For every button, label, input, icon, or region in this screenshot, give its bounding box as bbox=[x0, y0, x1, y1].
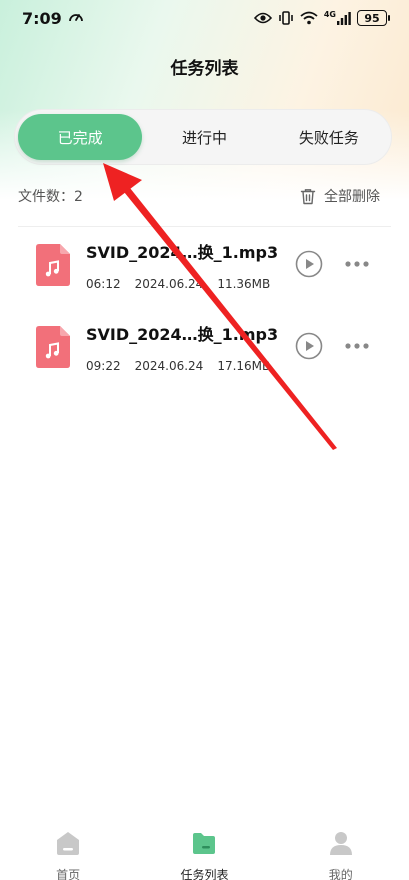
file-count: 文件数：2 bbox=[18, 186, 83, 206]
list-item[interactable]: SVID_2024…换_1.mp3 06:12 2024.06.24 11.36… bbox=[0, 234, 409, 304]
signal-bars-icon bbox=[337, 12, 351, 25]
file-date: 2024.06.24 bbox=[134, 277, 204, 291]
eye-icon bbox=[253, 12, 272, 24]
play-button[interactable] bbox=[295, 250, 323, 278]
divider bbox=[18, 226, 391, 227]
list-item[interactable]: SVID_2024…换_1.mp3 09:22 2024.06.24 17.16… bbox=[0, 316, 409, 386]
home-icon bbox=[57, 832, 80, 855]
speed-gauge-icon bbox=[68, 14, 83, 22]
folder-icon bbox=[193, 833, 216, 854]
nav-label-home: 首页 bbox=[56, 868, 81, 880]
file-size: 11.36MB bbox=[217, 277, 271, 291]
nav-item-task-list[interactable]: 任务列表 bbox=[154, 820, 254, 880]
music-file-icon bbox=[36, 244, 70, 286]
page-title: 任务列表 bbox=[170, 59, 239, 79]
file-meta: 09:22 2024.06.24 17.16MB bbox=[86, 359, 270, 373]
status-time: 7:09 bbox=[22, 8, 62, 28]
file-name: SVID_2024…换_1.mp3 bbox=[86, 243, 279, 262]
bottom-nav: 首页 任务列表 我的 bbox=[0, 820, 409, 880]
tab-completed[interactable]: 已完成 bbox=[18, 114, 143, 160]
more-options-button[interactable] bbox=[344, 254, 370, 274]
file-size: 17.16MB bbox=[217, 359, 271, 373]
file-meta: 06:12 2024.06.24 11.36MB bbox=[86, 277, 270, 291]
user-icon bbox=[329, 832, 352, 855]
delete-all-label: 全部删除 bbox=[324, 189, 380, 205]
status-left: 7:09 bbox=[22, 9, 84, 28]
vibrate-icon bbox=[279, 11, 293, 25]
nav-label-task-list: 任务列表 bbox=[180, 868, 229, 880]
nav-item-profile[interactable]: 我的 bbox=[291, 820, 391, 880]
wifi-icon bbox=[300, 11, 318, 25]
file-duration: 06:12 bbox=[86, 277, 121, 291]
delete-all-button[interactable]: 全部删除 bbox=[300, 186, 380, 206]
network-type: 4G bbox=[323, 10, 336, 19]
task-tabs: 已完成 进行中 失败任务 bbox=[14, 109, 392, 165]
battery-indicator: 95 bbox=[357, 10, 390, 26]
tab-failed[interactable]: 失败任务 bbox=[267, 114, 391, 160]
status-right: 4G 95 bbox=[253, 10, 390, 26]
file-duration: 09:22 bbox=[86, 359, 121, 373]
nav-item-home[interactable]: 首页 bbox=[18, 820, 118, 880]
trash-icon bbox=[300, 188, 316, 204]
music-file-icon bbox=[36, 326, 70, 368]
tab-in-progress[interactable]: 进行中 bbox=[142, 114, 266, 160]
nav-label-profile: 我的 bbox=[328, 868, 353, 880]
cellular-signal: 4G bbox=[324, 11, 351, 25]
file-count-value: 2 bbox=[74, 189, 83, 205]
play-button[interactable] bbox=[295, 332, 323, 360]
file-date: 2024.06.24 bbox=[134, 359, 204, 373]
file-info-row: 文件数：2 全部删除 bbox=[18, 185, 380, 207]
more-options-button[interactable] bbox=[344, 336, 370, 356]
status-bar: 7:09 4G 95 bbox=[0, 0, 409, 36]
file-count-label: 文件数： bbox=[18, 189, 74, 205]
file-name: SVID_2024…换_1.mp3 bbox=[86, 325, 279, 344]
